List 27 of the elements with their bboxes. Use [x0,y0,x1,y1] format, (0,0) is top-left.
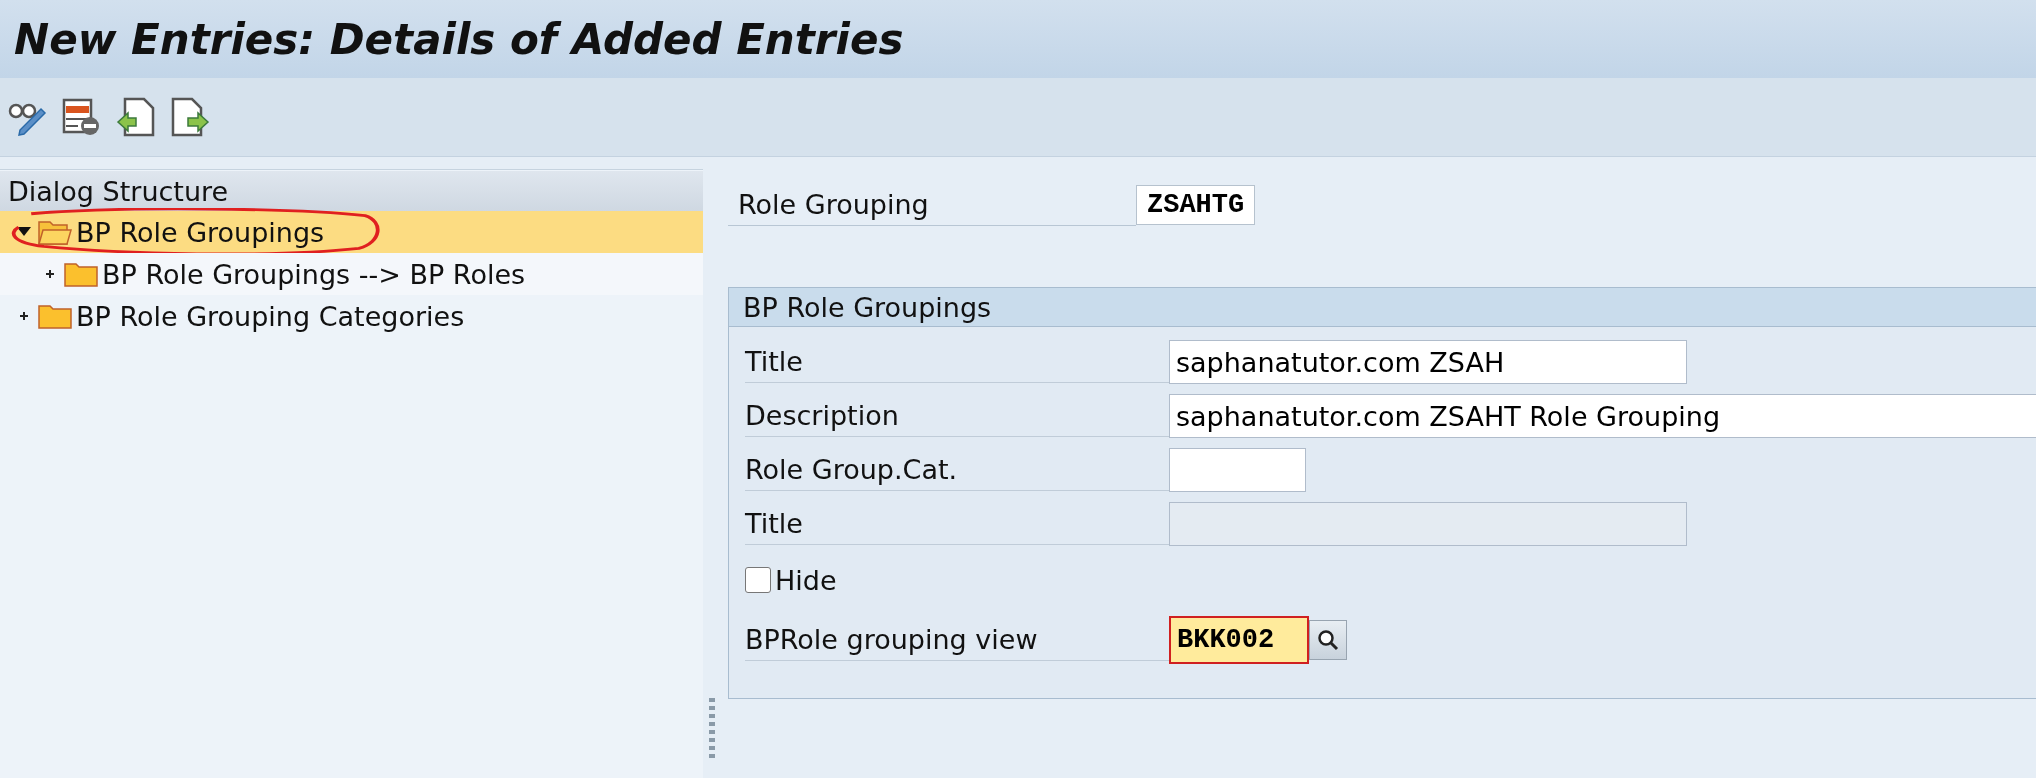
field-label: Description [745,395,1169,437]
field-label: Title [745,341,1169,383]
document-right-arrow-icon[interactable] [170,97,210,137]
panel-header: Dialog Structure [0,171,703,211]
input-field[interactable]: saphanatutor.com ZSAH [1169,340,1687,384]
group-header: BP Role Groupings [729,288,2036,327]
input-field[interactable]: BKK002 [1169,616,1309,664]
field-label: Role Grouping [728,184,1136,226]
checkbox-label: Hide [775,564,837,596]
input-field[interactable] [1169,448,1306,492]
document-left-arrow-icon[interactable] [116,97,156,137]
folder-icon [64,261,98,287]
field-label: Title [745,503,1169,545]
tree-item[interactable]: BP Role Groupings --> BP Roles [0,253,703,295]
checkbox[interactable] [745,567,771,593]
field-label: BPRole grouping view [745,619,1169,661]
field-label: Role Group.Cat. [745,449,1169,491]
search-icon [1316,628,1340,652]
remove-row-icon[interactable] [62,97,102,137]
input-field[interactable]: saphanatutor.com ZSAHT Role Grouping [1169,394,2036,438]
folder-icon [38,303,72,329]
key-value-field: ZSAHTG [1136,185,1256,225]
open-folder-icon [38,219,72,245]
window-title: New Entries: Details of Added Entries [14,14,904,64]
tree-item[interactable]: BP Role Groupings [0,211,703,253]
splitter-handle[interactable] [708,698,715,758]
search-button[interactable] [1309,620,1347,660]
